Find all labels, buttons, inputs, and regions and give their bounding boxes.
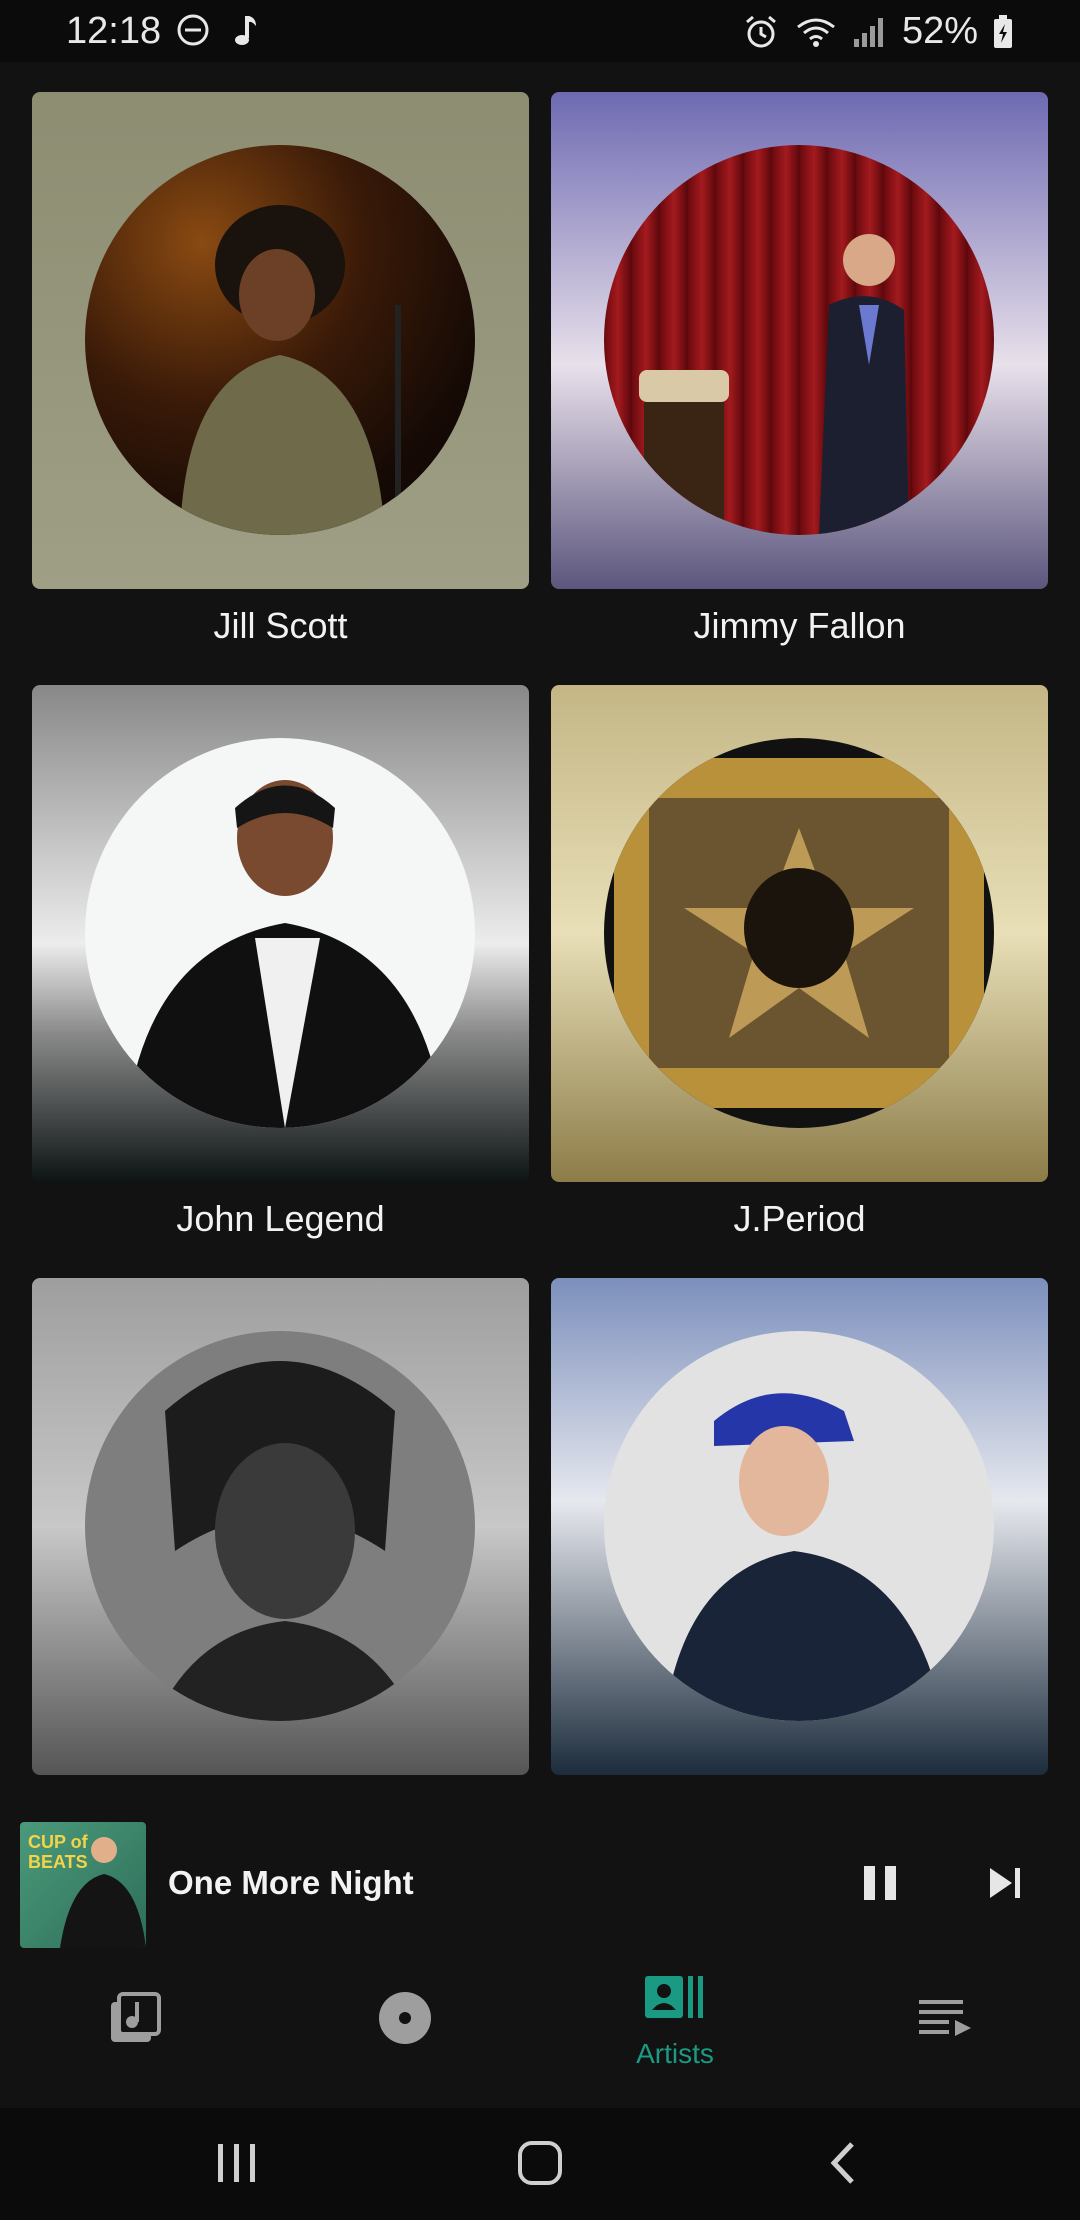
battery-icon [994, 14, 1012, 48]
nav-item-queue[interactable] [810, 1958, 1080, 2108]
battery-percent: 52% [901, 10, 978, 52]
now-playing-album-art[interactable]: CUP of BEATS [20, 1822, 146, 1948]
back-icon[interactable] [826, 2140, 860, 2186]
artist-photo [85, 1331, 475, 1721]
artist-tile-jill-scott[interactable] [32, 92, 529, 589]
nav-item-albums[interactable] [270, 1958, 540, 2108]
pause-icon[interactable] [860, 1862, 900, 1904]
wifi-icon [797, 18, 835, 47]
artist-name[interactable]: Jill Scott [32, 605, 529, 647]
alarm-icon [745, 15, 776, 47]
artist-photo [604, 145, 994, 535]
recent-apps-icon[interactable] [214, 2140, 260, 2186]
system-navigation-bar [0, 2108, 1080, 2220]
music-note-icon [235, 16, 256, 45]
artist-tile-6[interactable] [551, 1278, 1048, 1775]
artist-tile-jimmy-fallon[interactable] [551, 92, 1048, 589]
artist-name[interactable]: John Legend [32, 1198, 529, 1240]
home-icon[interactable] [517, 2140, 563, 2186]
signal-icon [853, 17, 883, 47]
skip-next-icon[interactable] [986, 1864, 1026, 1902]
nav-item-library[interactable] [0, 1958, 270, 2108]
artist-photo [85, 145, 475, 535]
artist-photo [604, 1331, 994, 1721]
album-icon [379, 1992, 431, 2044]
bottom-navigation: Artists [0, 1958, 1080, 2108]
nav-item-artists[interactable]: Artists [540, 1958, 810, 2108]
status-time: 12:18 [66, 10, 162, 52]
status-right: 52% [742, 10, 1014, 53]
artist-tile-5[interactable] [32, 1278, 529, 1775]
artist-photo [604, 738, 994, 1128]
artist-grid[interactable]: Jill Scott Jimmy Fallon John Legend J.Pe… [0, 62, 1080, 1792]
artist-name[interactable]: Jimmy Fallon [551, 605, 1048, 647]
artist-tile-j-period[interactable] [551, 685, 1048, 1182]
nav-label-artists: Artists [636, 2038, 714, 2069]
status-bar: 12:18 52% [0, 0, 1080, 62]
library-music-icon [111, 1992, 161, 2042]
do-not-disturb-icon [177, 14, 209, 46]
artist-photo [85, 738, 475, 1128]
queue-icon [919, 2000, 971, 2036]
artist-tile-john-legend[interactable] [32, 685, 529, 1182]
artist-name[interactable]: J.Period [551, 1198, 1048, 1240]
mini-player[interactable]: CUP of BEATS One More Night [0, 1808, 1080, 1958]
now-playing-title[interactable]: One More Night [168, 1864, 414, 1902]
artists-icon [645, 1976, 703, 2018]
